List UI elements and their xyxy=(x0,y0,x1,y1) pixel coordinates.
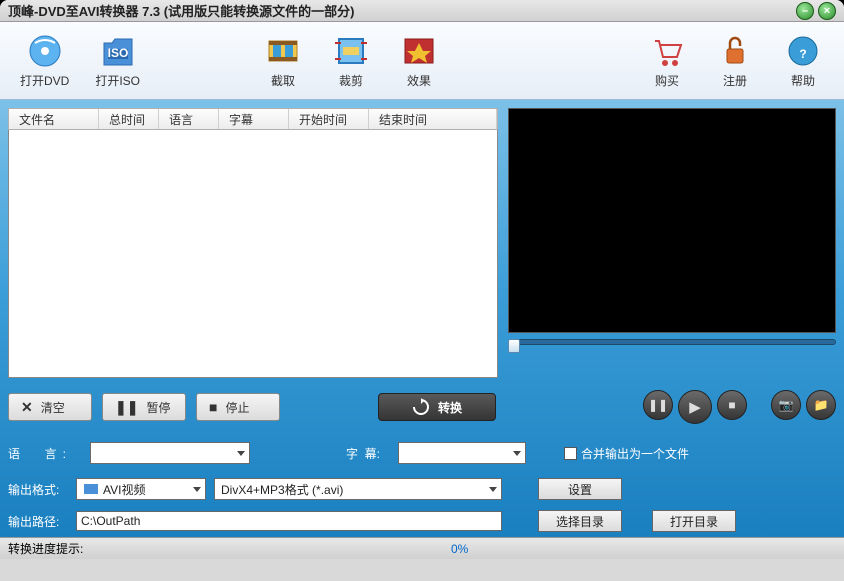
progress-percent: 0% xyxy=(451,542,468,556)
output-path-input[interactable]: C:\OutPath xyxy=(76,511,502,531)
filmstrip-icon xyxy=(264,32,302,70)
x-icon: ✕ xyxy=(21,399,33,416)
merge-checkbox[interactable]: 合并输出为一个文件 xyxy=(564,445,689,462)
media-pause-button[interactable]: ❚❚ xyxy=(643,390,673,420)
col-end[interactable]: 结束时间 xyxy=(369,109,497,129)
format-label: 输出格式: xyxy=(8,481,68,498)
language-combo[interactable] xyxy=(90,442,250,464)
subtitle-label: 字 幕: xyxy=(346,445,380,462)
close-button[interactable]: × xyxy=(818,2,836,20)
app-window: 顶峰-DVD至AVI转换器 7.3 (试用版只能转换源文件的一部分) – × 打… xyxy=(0,0,844,581)
crop-button[interactable]: 裁剪 xyxy=(330,32,372,89)
play-icon: ▶ xyxy=(689,398,701,416)
titlebar: 顶峰-DVD至AVI转换器 7.3 (试用版只能转换源文件的一部分) – × xyxy=(0,0,844,22)
pause-icon: ❚❚ xyxy=(648,398,668,412)
video-icon xyxy=(83,482,99,496)
media-stop-button[interactable]: ■ xyxy=(717,390,747,420)
camera-icon: 📷 xyxy=(779,398,794,412)
open-iso-button[interactable]: ISO 打开ISO xyxy=(95,32,140,89)
col-duration[interactable]: 总时间 xyxy=(99,109,159,129)
browse-button[interactable]: 选择目录 xyxy=(538,510,622,532)
status-label: 转换进度提示: xyxy=(8,540,83,557)
media-play-button[interactable]: ▶ xyxy=(678,390,712,424)
stop-button[interactable]: ■停止 xyxy=(196,393,280,421)
lock-icon xyxy=(716,32,754,70)
statusbar: 转换进度提示: 0% xyxy=(0,537,844,559)
help-button[interactable]: ? 帮助 xyxy=(782,32,824,89)
file-list[interactable] xyxy=(8,130,498,378)
register-button[interactable]: 注册 xyxy=(714,32,756,89)
crop-icon xyxy=(332,32,370,70)
subtitle-combo[interactable] xyxy=(398,442,526,464)
buy-button[interactable]: 购买 xyxy=(646,32,688,89)
pause-icon: ❚❚ xyxy=(115,399,138,416)
effect-button[interactable]: 效果 xyxy=(398,32,440,89)
help-icon: ? xyxy=(784,32,822,70)
settings-button[interactable]: 设置 xyxy=(538,478,622,500)
snapshot-button[interactable]: 📷 xyxy=(771,390,801,420)
open-folder-button[interactable]: 📁 xyxy=(806,390,836,420)
checkbox-icon xyxy=(564,447,577,460)
folder-icon: 📁 xyxy=(814,398,829,412)
iso-icon: ISO xyxy=(99,32,137,70)
stop-icon: ■ xyxy=(209,399,217,415)
chevron-down-icon xyxy=(513,451,521,456)
open-dvd-button[interactable]: 打开DVD xyxy=(20,32,69,89)
svg-text:ISO: ISO xyxy=(107,46,128,60)
slider-thumb-icon[interactable] xyxy=(508,339,520,353)
pause-button[interactable]: ❚❚暂停 xyxy=(102,393,186,421)
format-value-combo[interactable]: DivX4+MP3格式 (*.avi) xyxy=(214,478,502,500)
path-label: 输出路径: xyxy=(8,513,68,530)
col-language[interactable]: 语言 xyxy=(159,109,219,129)
video-preview xyxy=(508,108,836,333)
col-start[interactable]: 开始时间 xyxy=(289,109,369,129)
dvd-icon xyxy=(26,32,64,70)
svg-text:?: ? xyxy=(799,47,806,61)
chevron-down-icon xyxy=(237,451,245,456)
preview-panel xyxy=(508,108,836,378)
playback-slider[interactable] xyxy=(508,339,836,353)
capture-button[interactable]: 截取 xyxy=(262,32,304,89)
chevron-down-icon xyxy=(489,487,497,492)
col-filename[interactable]: 文件名 xyxy=(9,109,99,129)
window-title: 顶峰-DVD至AVI转换器 7.3 (试用版只能转换源文件的一部分) xyxy=(8,1,354,20)
stop-icon: ■ xyxy=(728,398,735,412)
file-list-panel: 文件名 总时间 语言 字幕 开始时间 结束时间 xyxy=(8,108,498,378)
col-subtitle[interactable]: 字幕 xyxy=(219,109,289,129)
chevron-down-icon xyxy=(193,487,201,492)
convert-button[interactable]: 转换 xyxy=(378,393,496,421)
toolbar: 打开DVD ISO 打开ISO 截取 裁剪 效果 xyxy=(0,22,844,100)
format-category-combo[interactable]: AVI视频 xyxy=(76,478,206,500)
clear-button[interactable]: ✕清空 xyxy=(8,393,92,421)
open-dir-button[interactable]: 打开目录 xyxy=(652,510,736,532)
effect-icon xyxy=(400,32,438,70)
column-headers: 文件名 总时间 语言 字幕 开始时间 结束时间 xyxy=(8,108,498,130)
refresh-icon xyxy=(412,398,430,416)
cart-icon xyxy=(648,32,686,70)
minimize-button[interactable]: – xyxy=(796,2,814,20)
language-label: 语 言: xyxy=(8,445,72,462)
